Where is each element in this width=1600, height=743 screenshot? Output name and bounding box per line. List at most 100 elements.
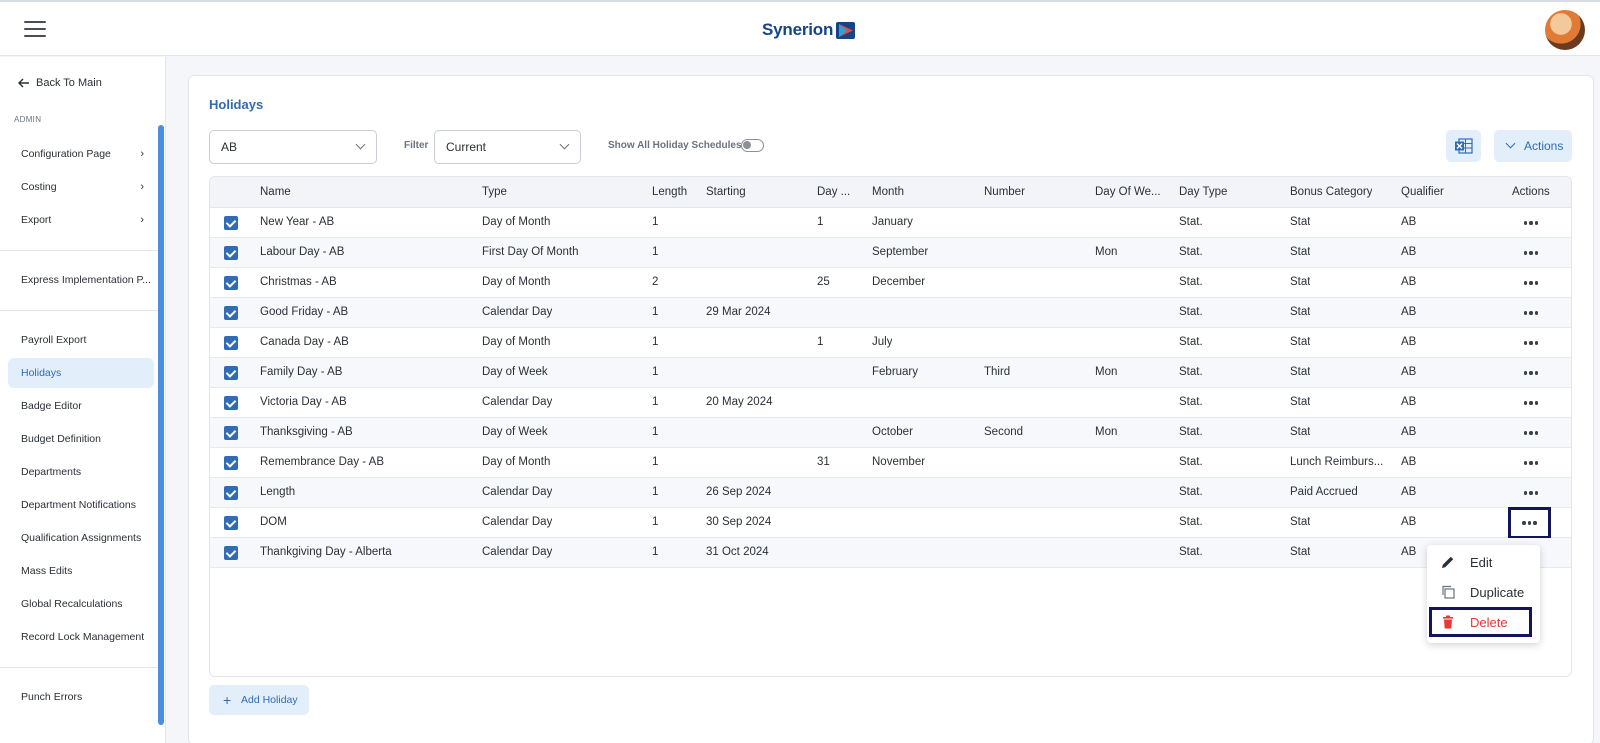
row-checkbox[interactable] xyxy=(224,276,238,290)
cell-month: July xyxy=(872,336,893,348)
row-more-actions-icon[interactable] xyxy=(1518,484,1544,502)
sidebar-item-configuration-page[interactable]: Configuration Page › xyxy=(8,139,154,169)
row-more-actions-icon[interactable] xyxy=(1518,394,1544,412)
cell-qualifier: AB xyxy=(1401,516,1417,528)
brand-logo: Synerion xyxy=(762,18,856,42)
sidebar-item-punch-errors[interactable]: Punch Errors xyxy=(8,682,154,712)
row-more-actions-icon[interactable] xyxy=(1518,364,1544,382)
table-row[interactable]: Christmas - AB Day of Month 2 25 December Sta… xyxy=(210,268,1571,298)
cell-daytype: Stat. xyxy=(1179,276,1203,288)
show-all-schedules-toggle[interactable] xyxy=(741,139,764,152)
export-excel-button[interactable] xyxy=(1446,130,1481,162)
sidebar-item-label: Mass Edits xyxy=(21,565,73,577)
column-header-month[interactable]: Month xyxy=(872,186,904,198)
column-header-day-of-week[interactable]: Day Of We... xyxy=(1095,186,1161,198)
column-header-qualifier[interactable]: Qualifier xyxy=(1401,186,1444,198)
cell-bonus: Stat xyxy=(1290,306,1311,318)
row-checkbox[interactable] xyxy=(224,336,238,350)
column-header-day[interactable]: Day ... xyxy=(817,186,850,198)
row-checkbox[interactable] xyxy=(224,246,238,260)
sidebar-item-global-recalculations[interactable]: Global Recalculations xyxy=(8,589,154,619)
filter-select[interactable]: Current xyxy=(434,130,581,164)
chevron-right-icon: › xyxy=(140,214,144,226)
cell-qualifier: AB xyxy=(1401,216,1417,228)
table-row[interactable]: DOM Calendar Day 1 30 Sep 2024 Stat. Stat AB xyxy=(210,507,1571,539)
column-header-length[interactable]: Length xyxy=(652,186,687,198)
sidebar-item-qualification-assignments[interactable]: Qualification Assignments xyxy=(8,523,154,553)
menu-item-duplicate[interactable]: Duplicate xyxy=(1427,577,1540,607)
sidebar-item-payroll-export[interactable]: Payroll Export xyxy=(8,325,154,355)
sidebar-item-holidays[interactable]: Holidays xyxy=(8,358,154,388)
sidebar-item-express-implementation[interactable]: Express Implementation P... xyxy=(8,265,154,295)
table-row[interactable]: Length Calendar Day 1 26 Sep 2024 Stat. Paid … xyxy=(210,478,1571,508)
row-checkbox[interactable] xyxy=(224,306,238,320)
sidebar-item-mass-edits[interactable]: Mass Edits xyxy=(8,556,154,586)
menu-item-edit[interactable]: Edit xyxy=(1427,547,1540,577)
row-checkbox[interactable] xyxy=(224,396,238,410)
sidebar-item-departments[interactable]: Departments xyxy=(8,457,154,487)
column-header-day-type[interactable]: Day Type xyxy=(1179,186,1227,198)
add-holiday-button[interactable]: + Add Holiday xyxy=(209,685,309,715)
column-header-actions: Actions xyxy=(1512,186,1550,198)
table-row[interactable]: Good Friday - AB Calendar Day 1 29 Mar 2024… xyxy=(210,298,1571,328)
row-more-actions-icon[interactable] xyxy=(1518,274,1544,292)
row-checkbox[interactable] xyxy=(224,486,238,500)
sidebar-item-record-lock-management[interactable]: Record Lock Management xyxy=(8,622,154,652)
row-checkbox[interactable] xyxy=(224,546,238,560)
cell-length: 1 xyxy=(652,246,659,258)
cell-day: 31 xyxy=(817,456,830,468)
chevron-down-icon xyxy=(1505,138,1516,149)
actions-button[interactable]: Actions xyxy=(1494,130,1572,162)
sidebar-item-budget-definition[interactable]: Budget Definition xyxy=(8,424,154,454)
cell-daytype: Stat. xyxy=(1179,366,1203,378)
column-header-type[interactable]: Type xyxy=(482,186,507,198)
sidebar-item-badge-editor[interactable]: Badge Editor xyxy=(8,391,154,421)
chevron-right-icon: › xyxy=(140,148,144,160)
cell-daytype: Stat. xyxy=(1179,336,1203,348)
row-checkbox[interactable] xyxy=(224,366,238,380)
column-header-bonus-category[interactable]: Bonus Category xyxy=(1290,186,1372,198)
cell-length: 1 xyxy=(652,546,659,558)
table-row[interactable]: Family Day - AB Day of Week 1 February Third… xyxy=(210,358,1571,388)
cell-dow: Mon xyxy=(1095,366,1118,378)
cell-name: Remembrance Day - AB xyxy=(260,456,384,468)
sidebar-item-department-notifications[interactable]: Department Notifications xyxy=(8,490,154,520)
menu-item-label: Delete xyxy=(1470,614,1508,630)
row-checkbox[interactable] xyxy=(224,216,238,230)
hamburger-menu-icon[interactable] xyxy=(24,21,46,37)
sidebar-item-costing[interactable]: Costing › xyxy=(8,172,154,202)
row-context-menu: Edit Duplicate Delete xyxy=(1427,545,1540,643)
cell-qualifier: AB xyxy=(1401,486,1417,498)
region-select[interactable]: AB xyxy=(209,130,377,164)
filter-label: Filter xyxy=(404,140,429,151)
column-header-number[interactable]: Number xyxy=(984,186,1025,198)
row-checkbox[interactable] xyxy=(224,456,238,470)
row-checkbox[interactable] xyxy=(224,426,238,440)
back-to-main-link[interactable]: Back To Main xyxy=(18,77,102,89)
cell-qualifier: AB xyxy=(1401,426,1417,438)
row-more-actions-icon[interactable] xyxy=(1518,304,1544,322)
table-row[interactable]: Canada Day - AB Day of Month 1 1 July Stat. St… xyxy=(210,328,1571,358)
row-more-actions-icon[interactable] xyxy=(1518,334,1544,352)
cell-qualifier: AB xyxy=(1401,456,1417,468)
table-row[interactable]: New Year - AB Day of Month 1 1 January Stat. S… xyxy=(210,208,1571,238)
table-row[interactable]: Thankgiving Day - Alberta Calendar Day 1 31… xyxy=(210,538,1571,568)
sidebar-item-export[interactable]: Export › xyxy=(8,205,154,235)
row-more-actions-icon[interactable] xyxy=(1518,214,1544,232)
table-row[interactable]: Thanksgiving - AB Day of Week 1 October Seco… xyxy=(210,418,1571,448)
cell-qualifier: AB xyxy=(1401,276,1417,288)
menu-item-delete[interactable]: Delete xyxy=(1427,607,1540,637)
table-row[interactable]: Labour Day - AB First Day Of Month 1 Septem… xyxy=(210,238,1571,268)
row-more-actions-icon[interactable] xyxy=(1518,454,1544,472)
column-header-starting[interactable]: Starting xyxy=(706,186,746,198)
row-more-actions-icon[interactable] xyxy=(1508,507,1551,539)
table-row[interactable]: Victoria Day - AB Calendar Day 1 20 May 202… xyxy=(210,388,1571,418)
user-avatar[interactable] xyxy=(1545,10,1585,50)
row-more-actions-icon[interactable] xyxy=(1518,424,1544,442)
column-header-name[interactable]: Name xyxy=(260,186,291,198)
row-checkbox[interactable] xyxy=(224,516,238,530)
sidebar-scrollbar[interactable] xyxy=(158,125,164,725)
sidebar-divider xyxy=(0,310,160,311)
table-row[interactable]: Remembrance Day - AB Day of Month 1 31 Novem… xyxy=(210,448,1571,478)
row-more-actions-icon[interactable] xyxy=(1518,244,1544,262)
